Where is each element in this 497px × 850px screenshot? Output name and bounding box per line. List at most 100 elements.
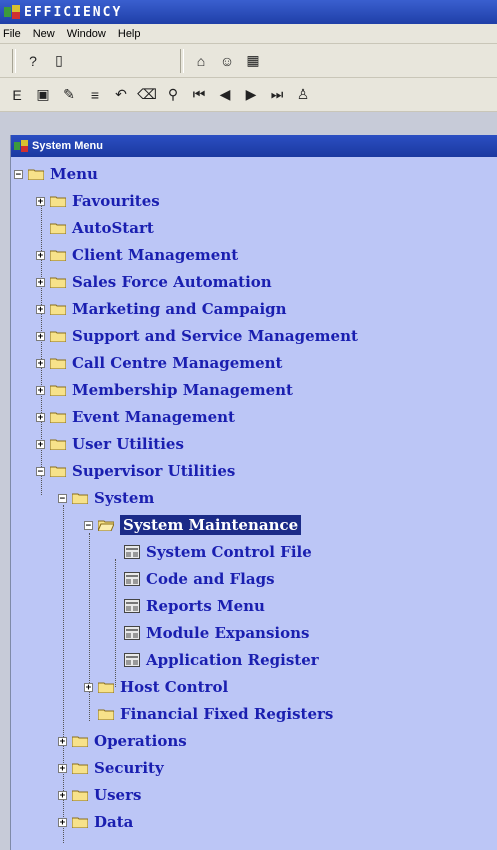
tree-item-security[interactable]: + Security <box>58 755 164 781</box>
tree-label: Financial Fixed Registers <box>120 705 334 723</box>
clear-icon[interactable]: ✎ <box>58 84 80 106</box>
collapse-icon[interactable]: − <box>14 169 23 179</box>
tree-label: System <box>94 489 155 507</box>
folder-icon <box>72 736 88 747</box>
app-logo-icon <box>4 5 20 19</box>
menu-help[interactable]: Help <box>118 28 141 40</box>
undo-icon[interactable]: ↶ <box>110 84 132 106</box>
tree-item-module-expansions[interactable]: Module Expansions <box>110 620 309 646</box>
menu-file[interactable]: File <box>3 28 21 40</box>
tree-item-reports-menu[interactable]: Reports Menu <box>110 593 265 619</box>
folder-icon <box>50 250 66 261</box>
menu-window[interactable]: Window <box>67 28 106 40</box>
expand-icon[interactable]: + <box>84 682 93 692</box>
tree-item-event[interactable]: + Event Management <box>36 404 235 430</box>
expand-icon[interactable]: + <box>58 763 67 773</box>
collapse-icon[interactable]: − <box>58 493 67 503</box>
expand-icon[interactable]: + <box>36 304 45 314</box>
tree-item-favourites[interactable]: + Favourites <box>36 188 160 214</box>
tree-label: Code and Flags <box>146 570 275 588</box>
expand-icon[interactable]: + <box>58 790 67 800</box>
panel-title-bar: System Menu <box>11 135 497 157</box>
tree-item-client-management[interactable]: + Client Management <box>36 242 238 268</box>
tree-item-sales-force[interactable]: + Sales Force Automation <box>36 269 272 295</box>
save-icon[interactable]: ▣ <box>32 84 54 106</box>
panel-logo-icon <box>14 140 28 152</box>
tree-label: System Control File <box>146 543 312 561</box>
people-icon[interactable]: ☺ <box>216 50 238 72</box>
tree-item-financial-fixed-registers[interactable]: Financial Fixed Registers <box>84 701 333 727</box>
tree-label: Supervisor Utilities <box>72 462 236 480</box>
tree-item-users[interactable]: + Users <box>58 782 141 808</box>
next-record-icon[interactable]: ▶ <box>240 84 262 106</box>
tree-item-application-register[interactable]: Application Register <box>110 647 319 673</box>
expand-icon[interactable]: + <box>36 196 45 206</box>
tree-label: Users <box>94 786 142 804</box>
folder-icon <box>72 790 88 801</box>
tree-label: AutoStart <box>72 219 154 237</box>
tree-label: Marketing and Campaign <box>72 300 287 318</box>
collapse-icon[interactable]: − <box>36 466 45 476</box>
folder-icon <box>98 709 114 720</box>
expand-icon[interactable]: + <box>36 331 45 341</box>
tree-item-code-and-flags[interactable]: Code and Flags <box>110 566 275 592</box>
folder-icon <box>50 223 66 234</box>
tree-label: Data <box>94 813 134 831</box>
tree-item-system-maintenance[interactable]: − System Maintenance <box>84 512 302 538</box>
folder-icon <box>72 763 88 774</box>
expand-icon[interactable]: + <box>36 358 45 368</box>
tree-item-autostart[interactable]: AutoStart <box>36 215 154 241</box>
expand-icon[interactable]: + <box>58 817 67 827</box>
window-titlebar: EFFICIENCY <box>0 0 497 24</box>
tree-item-call-centre[interactable]: + Call Centre Management <box>36 350 283 376</box>
expand-icon[interactable]: + <box>36 412 45 422</box>
expand-icon[interactable]: + <box>36 277 45 287</box>
help-icon[interactable]: ? <box>22 50 44 72</box>
expand-icon[interactable]: + <box>36 385 45 395</box>
tree-item-support-service[interactable]: + Support and Service Management <box>36 323 358 349</box>
system-menu-panel: System Menu − Menu + Favourites AutoStart… <box>10 135 497 850</box>
tree-item-supervisor-utilities[interactable]: − Supervisor Utilities <box>36 458 235 484</box>
bank-icon[interactable]: ⌂ <box>190 50 212 72</box>
expand-icon[interactable]: + <box>58 736 67 746</box>
tree-label: Reports Menu <box>146 597 265 615</box>
tree-label: Event Management <box>72 408 235 426</box>
expand-icon[interactable]: + <box>36 439 45 449</box>
toolbar-separator <box>180 48 184 73</box>
form-icon <box>124 545 140 559</box>
folder-icon <box>50 304 66 315</box>
folder-icon <box>50 439 66 450</box>
tree-label: Favourites <box>72 192 160 210</box>
tree-item-system[interactable]: − System <box>58 485 154 511</box>
tree-item-operations[interactable]: + Operations <box>58 728 187 754</box>
first-record-icon[interactable]: ⏮ <box>188 84 210 106</box>
tree-item-data[interactable]: + Data <box>58 809 133 835</box>
tree-item-system-control-file[interactable]: System Control File <box>110 539 312 565</box>
tree-label: Menu <box>50 165 98 183</box>
tree-label: Call Centre Management <box>72 354 283 372</box>
menu-new[interactable]: New <box>33 28 55 40</box>
font-icon[interactable]: E <box>6 84 28 106</box>
open-folder-icon <box>98 520 114 531</box>
eraser-icon[interactable]: ⌫ <box>136 84 158 106</box>
user-icon[interactable]: ♙ <box>292 84 314 106</box>
binoculars-icon[interactable]: ⚲ <box>162 84 184 106</box>
tree-item-host-control[interactable]: + Host Control <box>84 674 228 700</box>
grid-icon[interactable]: ▦ <box>242 50 264 72</box>
folder-icon <box>50 196 66 207</box>
folder-icon <box>50 331 66 342</box>
tree-label: User Utilities <box>72 435 184 453</box>
prev-record-icon[interactable]: ◀ <box>214 84 236 106</box>
tree-item-user-utilities[interactable]: + User Utilities <box>36 431 184 457</box>
tree-root-menu[interactable]: − Menu <box>14 161 98 187</box>
align-icon[interactable]: ≡ <box>84 84 106 106</box>
exit-icon[interactable]: ▯ <box>48 50 70 72</box>
expand-icon[interactable]: + <box>36 250 45 260</box>
last-record-icon[interactable]: ⏭ <box>266 84 288 106</box>
tree-item-membership[interactable]: + Membership Management <box>36 377 293 403</box>
panel-title: System Menu <box>32 140 103 152</box>
tree-item-marketing[interactable]: + Marketing and Campaign <box>36 296 287 322</box>
collapse-icon[interactable]: − <box>84 520 93 530</box>
tree-label: Sales Force Automation <box>72 273 272 291</box>
form-icon <box>124 572 140 586</box>
